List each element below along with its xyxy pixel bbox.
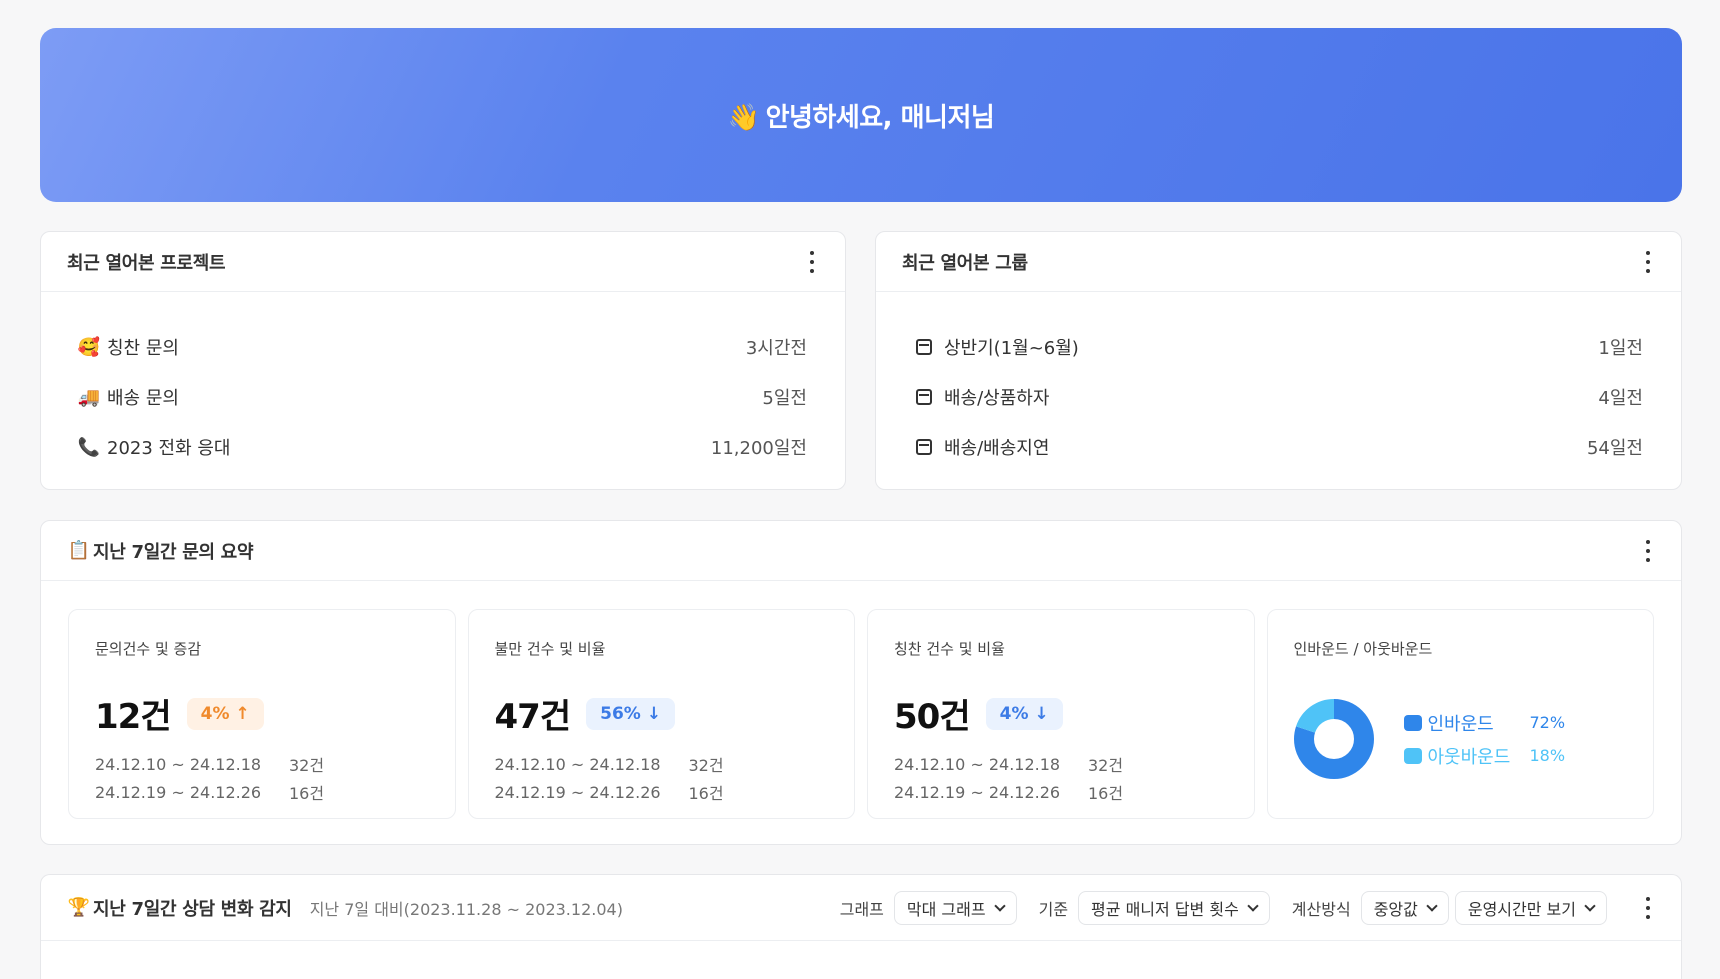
stat-label: 칭찬 건수 및 비율 (894, 640, 1005, 658)
more-options-icon[interactable] (809, 250, 815, 273)
project-last-opened: 11,200일전 (710, 438, 807, 459)
waving-hand-icon: 👋 (727, 102, 760, 133)
inquiry-count-stat: 문의건수 및 증감 12건 4% ↑ 24.12.10 ~ 24.12.18 32건… (68, 609, 456, 819)
welcome-banner: 👋 안녕하세요, 매니저님 (40, 28, 1682, 202)
recent-projects-header: 최근 열어본 프로젝트 (41, 232, 845, 292)
change-badge: 56% ↓ (586, 697, 676, 730)
clipboard-icon: 📋 (67, 540, 91, 561)
recent-groups-header: 최근 열어본 그룹 (876, 232, 1681, 292)
chevron-down-icon (993, 899, 1006, 912)
weekly-summary-header: 📋 지난 7일간 문의 요약 (41, 521, 1681, 581)
recent-groups-card: 최근 열어본 그룹 상반기(1월~6월) 1일전 배송/상품하자 4일전 배송/… (875, 231, 1682, 490)
archive-box-icon (916, 339, 932, 355)
project-item[interactable]: 🥰 칭찬 문의 3시간전 (77, 322, 807, 372)
group-item[interactable]: 배송/상품하자 4일전 (916, 372, 1643, 422)
arrow-up-icon: ↑ (235, 703, 250, 724)
project-name: 2023 전화 응대 (107, 438, 231, 459)
consult-change-header: 🏆 지난 7일간 상담 변화 감지 지난 7일 대비(2023.11.28 ~ … (41, 875, 1681, 941)
inbound-outbound-donut (1293, 699, 1374, 779)
legend-swatch (1403, 714, 1422, 731)
group-name: 상반기(1월~6월) (944, 338, 1079, 359)
legend-outbound: 아웃바운드 18% (1403, 739, 1565, 772)
calc-filter-label: 계산방식 (1291, 899, 1351, 919)
arrow-down-icon: ↓ (646, 703, 662, 724)
stat-label: 문의건수 및 증감 (95, 640, 202, 658)
weekly-summary-card: 📋 지난 7일간 문의 요약 문의건수 및 증감 12건 4% ↑ 24.12.1… (40, 520, 1682, 845)
basis-select[interactable]: 평균 매니저 답변 횟수 (1078, 890, 1270, 925)
change-badge: 4% ↓ (985, 697, 1063, 730)
graph-type-select[interactable]: 막대 그래프 (893, 890, 1017, 925)
stat-label: 인바운드 / 아웃바운드 (1293, 640, 1433, 658)
chevron-down-icon (1247, 899, 1259, 912)
archive-box-icon (916, 439, 932, 455)
complaint-count-stat: 불만 건수 및 비율 47건 56% ↓ 24.12.10 ~ 24.12.18 3… (467, 609, 855, 819)
stat-label: 불만 건수 및 비율 (494, 640, 606, 658)
group-name: 배송/상품하자 (944, 388, 1050, 409)
praise-count-stat: 칭찬 건수 및 비율 50건 4% ↓ 24.12.10 ~ 24.12.18 32… (867, 609, 1255, 819)
consult-change-card: 🏆 지난 7일간 상담 변화 감지 지난 7일 대비(2023.11.28 ~ … (40, 874, 1682, 979)
project-item[interactable]: 📞 2023 전화 응대 11,200일전 (77, 422, 807, 472)
consult-change-title: 지난 7일간 상담 변화 감지 (93, 898, 292, 920)
business-hours-select[interactable]: 운영시간만 보기 (1454, 890, 1607, 925)
period-row: 24.12.19 ~ 24.12.26 16건 (494, 782, 724, 804)
period-row: 24.12.10 ~ 24.12.18 32건 (894, 754, 1124, 776)
stat-value: 50건 (894, 697, 971, 737)
more-options-icon[interactable] (1645, 896, 1651, 919)
period-row: 24.12.19 ~ 24.12.26 16건 (894, 782, 1124, 804)
change-badge: 4% ↑ (186, 697, 264, 730)
weekly-summary-title: 지난 7일간 문의 요약 (93, 541, 254, 563)
project-name: 배송 문의 (107, 388, 179, 409)
graph-filter-label: 그래프 (839, 899, 884, 919)
archive-box-icon (916, 389, 932, 405)
recent-groups-title: 최근 열어본 그룹 (902, 252, 1028, 274)
truck-icon: 🚚 (77, 386, 101, 408)
legend-inbound: 인바운드 72% (1403, 706, 1565, 739)
stat-value: 47건 (494, 697, 572, 737)
smiling-hearts-icon: 🥰 (77, 336, 101, 358)
project-name: 칭찬 문의 (107, 338, 179, 359)
project-item[interactable]: 🚚 배송 문의 5일전 (77, 372, 807, 422)
stat-value: 12건 (95, 697, 172, 737)
trophy-icon: 🏆 (67, 897, 91, 918)
phone-icon: 📞 (77, 436, 101, 458)
group-name: 배송/배송지연 (944, 438, 1050, 459)
calc-method-select[interactable]: 중앙값 (1360, 890, 1449, 925)
group-item[interactable]: 배송/배송지연 54일전 (916, 422, 1643, 472)
chevron-down-icon (1584, 899, 1596, 912)
recent-projects-title: 최근 열어본 프로젝트 (67, 252, 226, 274)
group-last-opened: 1일전 (1598, 338, 1643, 359)
recent-projects-card: 최근 열어본 프로젝트 🥰 칭찬 문의 3시간전 🚚 배송 문의 5일전 📞 2023… (40, 231, 846, 490)
period-row: 24.12.10 ~ 24.12.18 32건 (494, 754, 724, 776)
basis-filter-label: 기준 (1038, 899, 1069, 919)
more-options-icon[interactable] (1645, 250, 1651, 273)
comparison-period: 지난 7일 대비(2023.11.28 ~ 2023.12.04) (309, 899, 623, 919)
more-options-icon[interactable] (1645, 539, 1651, 562)
legend-swatch (1403, 747, 1422, 764)
group-last-opened: 4일전 (1598, 388, 1643, 409)
project-last-opened: 5일전 (762, 388, 807, 409)
period-row: 24.12.10 ~ 24.12.18 32건 (95, 754, 325, 776)
group-item[interactable]: 상반기(1월~6월) 1일전 (916, 322, 1643, 372)
group-last-opened: 54일전 (1586, 438, 1643, 459)
inbound-outbound-stat: 인바운드 / 아웃바운드 인바운드 72% 아웃바운드 18% (1266, 609, 1654, 819)
arrow-down-icon: ↓ (1034, 703, 1049, 724)
period-row: 24.12.19 ~ 24.12.26 16건 (95, 782, 325, 804)
project-last-opened: 3시간전 (745, 338, 807, 359)
welcome-title: 👋 안녕하세요, 매니저님 (727, 102, 995, 133)
chevron-down-icon (1426, 899, 1438, 912)
